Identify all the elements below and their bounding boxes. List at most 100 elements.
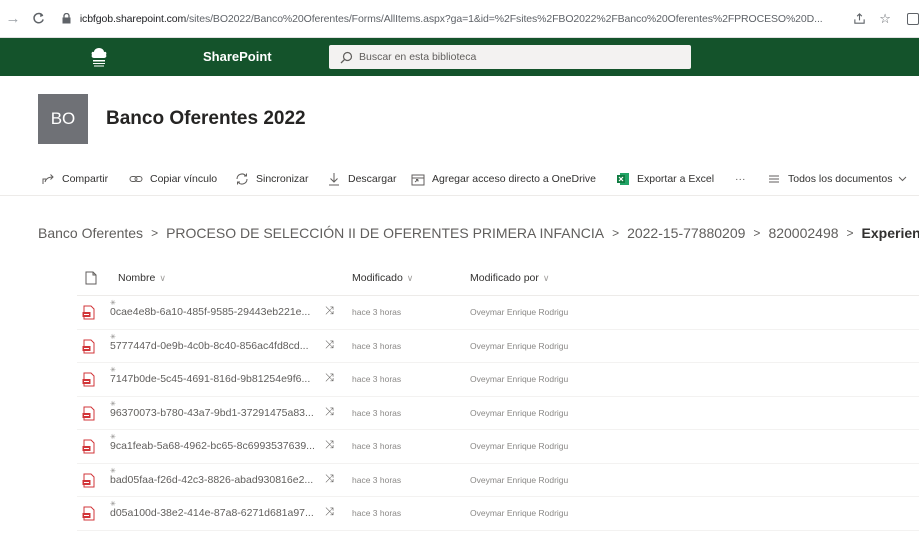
file-type-icon[interactable] [85, 271, 97, 285]
share-button[interactable]: Compartir [40, 162, 108, 196]
list-view-icon [766, 171, 782, 187]
pdf-file-icon[interactable] [82, 439, 96, 454]
breadcrumb-separator: > [753, 226, 761, 240]
table-row[interactable]: ✳ 5777447d-0e9b-4c0b-8c40-856ac4fd8cd... ⤨… [77, 330, 919, 363]
column-header-name[interactable]: Nombre ∨ [118, 272, 166, 284]
breadcrumb-item[interactable]: 2022-15-77880209 [627, 225, 745, 241]
file-name-link[interactable]: 7147b0de-5c45-4691-816d-9b81254e9f6... [110, 373, 320, 385]
copy-link-button[interactable]: Copiar vínculo [128, 162, 217, 196]
modified-date: hace 3 horas [352, 374, 402, 384]
file-name-link[interactable]: 5777447d-0e9b-4c0b-8c40-856ac4fd8cd... [110, 340, 320, 352]
pdf-file-icon[interactable] [82, 506, 96, 521]
add-shortcut-label: Agregar acceso directo a OneDrive [432, 173, 596, 185]
sync-status-icon: ⤨ [325, 405, 334, 418]
table-row[interactable]: ✳ d05a100d-38e2-414e-87a8-6271d681a97... ⤨… [77, 497, 919, 531]
chevron-down-icon: ∨ [542, 272, 550, 283]
site-header: BO Banco Oferentes 2022 [0, 76, 919, 156]
share-label: Compartir [62, 173, 109, 185]
browser-toolbar: → icbfgob.sharepoint.com/sites/BO2022/Ba… [0, 0, 919, 38]
sync-status-icon: ⤨ [325, 439, 334, 451]
search-box[interactable] [329, 45, 691, 69]
site-logo[interactable]: BO [38, 94, 88, 144]
download-icon [326, 171, 342, 187]
breadcrumb-item[interactable]: 820002498 [768, 225, 838, 241]
breadcrumb-item[interactable]: PROCESO DE SELECCIÓN II DE OFERENTES PRI… [166, 225, 604, 241]
file-name-link[interactable]: 96370073-b780-43a7-9bd1-37291475a83... [110, 407, 320, 419]
list-header: Nombre ∨ Modificado ∨ Modificado por ∨ [77, 260, 919, 296]
chevron-down-icon: ∨ [406, 272, 414, 283]
modified-date: hace 3 horas [352, 474, 402, 485]
pdf-file-icon[interactable] [82, 305, 96, 320]
chevron-down-icon [898, 174, 907, 184]
url-path: /sites/BO2022/Banco%20Oferentes/Forms/Al… [186, 12, 823, 25]
modified-date: hace 3 horas [352, 441, 402, 451]
download-label: Descargar [348, 173, 397, 185]
breadcrumb-separator: > [846, 226, 854, 240]
column-modified-label: Modificado [352, 271, 403, 284]
modified-date: hace 3 horas [352, 407, 402, 418]
lock-icon[interactable] [62, 13, 72, 25]
search-icon [339, 50, 353, 64]
modified-date: hace 3 horas [352, 508, 402, 518]
sync-button[interactable]: Sincronizar [234, 162, 309, 196]
download-button[interactable]: Descargar [326, 162, 396, 196]
breadcrumb-separator: > [612, 226, 620, 240]
column-modified-by-label: Modificado por [470, 271, 539, 284]
column-name-label: Nombre [118, 271, 156, 284]
table-row[interactable]: ✳ 9ca1feab-5a68-4962-bc65-8c6993537639...… [77, 430, 919, 464]
pdf-file-icon[interactable] [82, 473, 96, 488]
modified-by: Oveymar Enrique Rodrigu [470, 340, 569, 351]
view-switcher[interactable]: Todos los documentos [766, 162, 907, 196]
share-icon [40, 171, 56, 187]
file-name-link[interactable]: 9ca1feab-5a68-4962-bc65-8c6993537639... [110, 440, 320, 452]
pdf-file-icon[interactable] [82, 339, 96, 354]
table-row[interactable]: ✳ bad05faa-f26d-42c3-8826-abad930816e2...… [77, 464, 919, 497]
file-name-link[interactable]: d05a100d-38e2-414e-87a8-6271d681a97... [110, 507, 320, 519]
site-title[interactable]: Banco Oferentes 2022 [106, 108, 306, 130]
modified-date: hace 3 horas [352, 307, 402, 317]
sync-status-icon: ⤨ [325, 472, 334, 485]
modified-date: hace 3 horas [352, 340, 402, 351]
sync-label: Sincronizar [256, 173, 309, 185]
search-input[interactable] [359, 51, 679, 63]
bookmark-star-icon[interactable]: ☆ [875, 9, 895, 29]
breadcrumb-separator: > [151, 226, 159, 240]
organization-logo-icon[interactable] [89, 46, 109, 68]
list-body: ✳ 0cae4e8b-6a10-485f-9585-29443eb221e... ⤨… [77, 296, 919, 531]
sync-status-icon: ⤨ [325, 338, 334, 351]
file-name-link[interactable]: 0cae4e8b-6a10-485f-9585-29443eb221e... [110, 306, 320, 318]
address-bar[interactable]: icbfgob.sharepoint.com/sites/BO2022/Banc… [80, 13, 837, 25]
app-name[interactable]: SharePoint [203, 49, 272, 64]
column-header-modified-by[interactable]: Modificado por ∨ [470, 272, 549, 284]
column-header-modified[interactable]: Modificado ∨ [352, 272, 413, 284]
view-label: Todos los documentos [788, 173, 893, 185]
pdf-file-icon[interactable] [82, 372, 96, 387]
modified-by: Oveymar Enrique Rodrigu [470, 374, 569, 384]
sync-status-icon: ⤨ [325, 506, 334, 518]
back-arrow-icon[interactable]: → [2, 8, 24, 30]
modified-by: Oveymar Enrique Rodrigu [470, 307, 569, 317]
file-name-link[interactable]: bad05faa-f26d-42c3-8826-abad930816e2... [110, 474, 320, 486]
document-list: Nombre ∨ Modificado ∨ Modificado por ∨ ✳ 0ca… [77, 260, 919, 531]
suite-bar: SharePoint [0, 38, 919, 76]
table-row[interactable]: ✳ 7147b0de-5c45-4691-816d-9b81254e9f6... ⤨… [77, 363, 919, 397]
copy-link-label: Copiar vínculo [150, 173, 218, 185]
extension-icon[interactable] [907, 12, 919, 25]
modified-by: Oveymar Enrique Rodrigu [470, 508, 569, 518]
onedrive-shortcut-icon [410, 171, 426, 187]
more-options-button[interactable]: ··· [735, 162, 746, 196]
table-row[interactable]: ✳ 96370073-b780-43a7-9bd1-37291475a83... ⤨… [77, 397, 919, 430]
breadcrumb-current: Experiencia [861, 225, 919, 241]
pdf-file-icon[interactable] [82, 406, 96, 421]
excel-icon [615, 171, 631, 187]
reload-icon[interactable] [28, 8, 50, 30]
share-page-icon[interactable] [849, 9, 869, 29]
link-icon [128, 171, 144, 187]
sync-icon [234, 171, 250, 187]
export-excel-button[interactable]: Exportar a Excel [615, 162, 714, 196]
add-shortcut-button[interactable]: Agregar acceso directo a OneDrive [410, 162, 596, 196]
table-row[interactable]: ✳ 0cae4e8b-6a10-485f-9585-29443eb221e... ⤨… [77, 296, 919, 330]
modified-by: Oveymar Enrique Rodrigu [470, 407, 569, 418]
breadcrumb-item[interactable]: Banco Oferentes [38, 225, 143, 241]
url-host: icbfgob.sharepoint.com [79, 12, 187, 25]
